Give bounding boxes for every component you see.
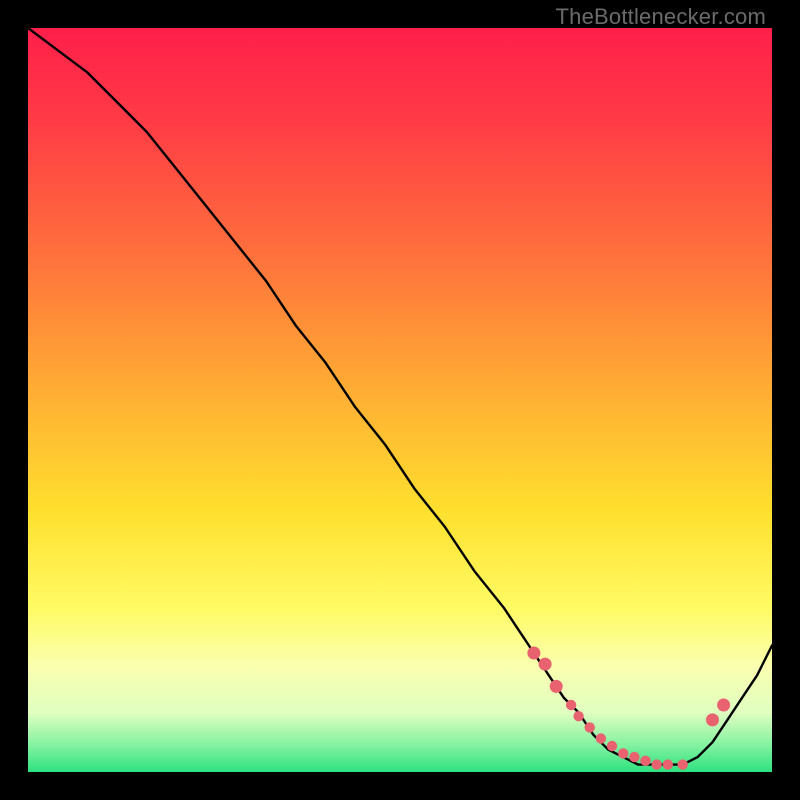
data-marker xyxy=(550,680,563,693)
data-marker xyxy=(596,733,606,743)
data-marker xyxy=(618,748,628,758)
data-marker xyxy=(629,752,639,762)
data-marker xyxy=(573,711,583,721)
marker-group xyxy=(527,647,730,770)
data-marker xyxy=(566,700,576,710)
plot-area xyxy=(28,28,772,772)
watermark-text: TheBottlenecker.com xyxy=(556,4,766,30)
data-marker xyxy=(706,713,719,726)
data-marker xyxy=(640,756,650,766)
data-marker xyxy=(652,759,662,769)
data-marker xyxy=(539,658,552,671)
curve-line xyxy=(28,28,772,765)
data-marker xyxy=(585,722,595,732)
chart-frame: TheBottlenecker.com xyxy=(0,0,800,800)
data-marker xyxy=(717,699,730,712)
data-marker xyxy=(663,759,673,769)
data-marker xyxy=(527,647,540,660)
chart-svg xyxy=(28,28,772,772)
data-marker xyxy=(607,741,617,751)
data-marker xyxy=(678,759,688,769)
